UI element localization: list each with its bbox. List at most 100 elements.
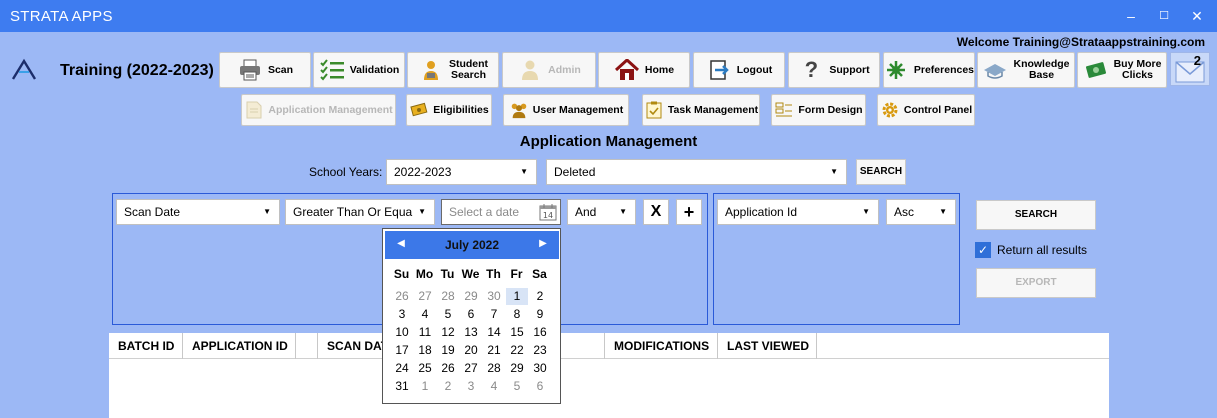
calendar-icon[interactable]: 14 (539, 203, 557, 221)
calendar-day[interactable]: 1 (414, 378, 436, 395)
calendar-day[interactable]: 8 (506, 306, 528, 323)
nav-scan-button[interactable]: Scan (219, 52, 311, 88)
calendar-day[interactable]: 26 (437, 360, 459, 377)
nav-home-button[interactable]: Home (598, 52, 690, 88)
calendar-month-label[interactable]: July 2022 (445, 238, 499, 252)
calendar-day[interactable]: 31 (391, 378, 413, 395)
calendar-day[interactable]: 6 (460, 306, 482, 323)
calendar-day[interactable]: 9 (529, 306, 551, 323)
column-header-blank[interactable] (296, 333, 318, 359)
calendar-day[interactable]: 11 (414, 324, 436, 341)
subnav-control-panel[interactable]: Control Panel (877, 94, 975, 126)
subnav-user-management[interactable]: User Management (503, 94, 629, 126)
column-header-modifications[interactable]: MODIFICATIONS (605, 333, 718, 359)
search-button[interactable]: SEARCH (976, 200, 1096, 230)
nav-knowledge-base-label: Knowledge Base (1013, 58, 1070, 81)
subnav-task-management[interactable]: Task Management (642, 94, 760, 126)
calendar-day[interactable]: 5 (437, 306, 459, 323)
subnav-form-design[interactable]: Form Design (771, 94, 866, 126)
nav-student-search-button[interactable]: Student Search (407, 52, 499, 88)
calendar-day[interactable]: 29 (506, 360, 528, 377)
calendar-prev-month-button[interactable]: ◀ (391, 231, 411, 259)
calendar-day[interactable]: 22 (506, 342, 528, 359)
nav-logout-button[interactable]: Logout (693, 52, 785, 88)
nav-knowledge-base-button[interactable]: Knowledge Base (977, 52, 1075, 88)
calendar-weekday-header: Sa (532, 267, 547, 281)
nav-buy-more-clicks-button[interactable]: Buy More Clicks (1077, 52, 1167, 88)
mail-button[interactable]: 2 (1170, 52, 1210, 86)
calendar-next-month-button[interactable]: ▶ (533, 231, 553, 259)
return-all-checkbox[interactable]: ✓ (975, 242, 991, 258)
remove-filter-button[interactable]: X (643, 199, 669, 225)
calendar-day[interactable]: 10 (391, 324, 413, 341)
date-picker-input[interactable]: Select a date 14 (441, 199, 561, 225)
sort-direction-dropdown[interactable]: Asc ▼ (886, 199, 956, 225)
calendar-day[interactable]: 17 (391, 342, 413, 359)
export-button[interactable]: EXPORT (976, 268, 1096, 298)
calendar-day[interactable]: 18 (414, 342, 436, 359)
sort-field-dropdown[interactable]: Application Id ▼ (717, 199, 879, 225)
calendar-day[interactable]: 26 (391, 288, 413, 305)
calendar-day[interactable]: 16 (529, 324, 551, 341)
filter-field-dropdown[interactable]: Scan Date ▼ (116, 199, 280, 225)
calendar-day[interactable]: 27 (414, 288, 436, 305)
calendar-day[interactable]: 27 (460, 360, 482, 377)
calendar-day[interactable]: 6 (529, 378, 551, 395)
calendar-day[interactable]: 3 (391, 306, 413, 323)
nav-preferences-button[interactable]: Preferences (883, 52, 975, 88)
calendar-weekday-header: We (461, 267, 480, 281)
admin-user-icon (517, 58, 543, 82)
calendar-day[interactable]: 2 (437, 378, 459, 395)
calendar-day[interactable]: 4 (483, 378, 505, 395)
organization-name: Training (2022-2023) (60, 62, 214, 79)
calendar-day[interactable]: 28 (483, 360, 505, 377)
calendar-day[interactable]: 14 (483, 324, 505, 341)
users-icon (509, 100, 529, 120)
home-icon (614, 58, 640, 82)
calendar-day[interactable]: 24 (391, 360, 413, 377)
calendar-day[interactable]: 7 (483, 306, 505, 323)
filter-operator-dropdown[interactable]: Greater Than Or Equa ▼ (285, 199, 435, 225)
top-search-button[interactable]: SEARCH (856, 159, 906, 185)
calendar-day[interactable]: 13 (460, 324, 482, 341)
nav-buy-more-clicks-label: Buy More Clicks (1113, 58, 1162, 81)
calendar-day[interactable]: 23 (529, 342, 551, 359)
subnav-application-management[interactable]: Application Management (241, 94, 396, 126)
subnav-user-management-label: User Management (532, 104, 624, 116)
calendar-day[interactable]: 19 (437, 342, 459, 359)
calendar-day[interactable]: 3 (460, 378, 482, 395)
school-year-dropdown[interactable]: 2022-2023 ▼ (386, 159, 537, 185)
calendar-weekday-header: Su (393, 267, 410, 281)
status-filter-dropdown[interactable]: Deleted ▼ (546, 159, 847, 185)
calendar-day[interactable]: 30 (483, 288, 505, 305)
nav-support-button[interactable]: ? Support (788, 52, 880, 88)
chevron-down-icon: ▼ (619, 207, 627, 216)
add-filter-button[interactable]: + (676, 199, 702, 225)
subnav-eligibilities[interactable]: Eligibilities (406, 94, 492, 126)
calendar-day[interactable]: 30 (529, 360, 551, 377)
calendar-day[interactable]: 20 (460, 342, 482, 359)
nav-validation-button[interactable]: Validation (313, 52, 405, 88)
close-button[interactable]: ✕ (1187, 6, 1207, 26)
nav-admin-button[interactable]: Admin (502, 52, 596, 88)
calendar-day[interactable]: 25 (414, 360, 436, 377)
calendar-day[interactable]: 29 (460, 288, 482, 305)
calendar-day[interactable]: 15 (506, 324, 528, 341)
calendar-day[interactable]: 12 (437, 324, 459, 341)
minimize-button[interactable]: – (1121, 6, 1141, 26)
calendar-day[interactable]: 1 (506, 288, 528, 305)
checklist-icon (319, 58, 345, 82)
calendar-day[interactable]: 28 (437, 288, 459, 305)
calendar-day[interactable]: 2 (529, 288, 551, 305)
calendar-day[interactable]: 4 (414, 306, 436, 323)
school-years-label: School Years: (309, 165, 383, 179)
calendar-day[interactable]: 5 (506, 378, 528, 395)
status-filter-value: Deleted (554, 165, 596, 179)
strata-logo-icon (11, 58, 37, 80)
maximize-button[interactable]: ☐ (1154, 6, 1174, 26)
column-header-application-id[interactable]: APPLICATION ID (183, 333, 296, 359)
column-header-last-viewed[interactable]: LAST VIEWED (718, 333, 817, 359)
column-header-batch-id[interactable]: BATCH ID (109, 333, 183, 359)
conjunction-dropdown[interactable]: And ▼ (567, 199, 636, 225)
calendar-day[interactable]: 21 (483, 342, 505, 359)
